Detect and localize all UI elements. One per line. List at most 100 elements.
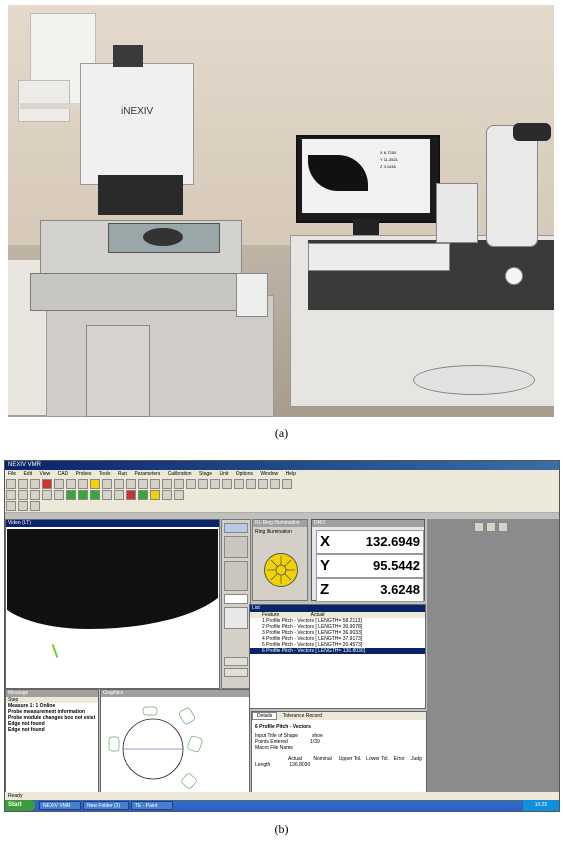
window-icon[interactable] [102,490,112,500]
feature-list-window: List Feature Actual 1 Profile Pitch - Ve… [249,604,426,709]
zoom-icon[interactable] [102,479,112,489]
menu-stage[interactable]: Stage [199,471,212,477]
zoom-out-icon[interactable] [18,490,28,500]
microscope-eyepiece [513,123,551,141]
illumination-options[interactable] [224,607,248,629]
task-folder[interactable]: New Folder (2) [83,801,129,810]
intersect-icon[interactable] [246,479,256,489]
table-icon[interactable] [30,501,40,511]
focus-icon[interactable] [78,490,88,500]
menu-parameters[interactable]: Parameters [134,471,160,477]
run-icon[interactable] [42,479,52,489]
layout-icon[interactable] [498,522,508,532]
probe-icon[interactable] [78,479,88,489]
menu-edit[interactable]: Edit [23,471,32,477]
dro-value-x: 132.6949 [365,534,420,549]
angle-icon[interactable] [234,479,244,489]
plane-icon[interactable] [174,479,184,489]
message-window: Message Step Measure 1: 1 Online Probe m… [5,689,99,801]
tab-tolerance-record[interactable]: Tolerance Record [279,713,326,719]
menu-view[interactable]: View [39,471,50,477]
import-icon[interactable] [486,522,496,532]
dro-axis-y: Y [320,557,331,574]
col-error: Error [393,756,405,762]
save-icon[interactable] [30,479,40,489]
light-mode-select[interactable] [224,523,248,533]
arc-icon[interactable] [150,479,160,489]
light-icon[interactable] [90,479,100,489]
menu-unit[interactable]: Unit [219,471,228,477]
print-icon[interactable] [66,479,76,489]
ok-button[interactable] [224,657,248,666]
stereo-microscope [486,125,538,247]
cylinder-icon[interactable] [186,479,196,489]
ring-light-segment-control[interactable] [264,553,298,587]
measuring-machine-stage [30,273,254,311]
dro-panel: DRO X 132.6949 Y 95.5442 Z 3.6248 [311,519,425,602]
edge-detect-icon[interactable] [66,490,76,500]
screen-readout-z: Z 3.1046 [380,164,396,169]
circle-icon[interactable] [138,479,148,489]
menu-file[interactable]: File [8,471,16,477]
col-nominal: Nominal [313,756,332,762]
add-point-icon[interactable] [90,490,100,500]
mouse [505,267,523,285]
redo-icon[interactable] [18,501,28,511]
menu-help[interactable]: Help [286,471,296,477]
menu-probes[interactable]: Probes [76,471,92,477]
zoom-slider[interactable] [224,561,248,591]
menu-calibration[interactable]: Calibration [168,471,192,477]
export-icon[interactable] [474,522,484,532]
zoom-in-icon[interactable] [6,490,16,500]
feature-heading: 6 Profile Pitch - Vectors [255,724,311,730]
dro-row-x: X 132.6949 [316,530,424,554]
midpoint-icon[interactable] [258,479,268,489]
contour-shape [108,736,120,752]
menu-tools[interactable]: Tools [99,471,111,477]
align-icon[interactable] [174,490,184,500]
tab-details[interactable]: Details [252,712,278,720]
report-icon[interactable] [282,479,292,489]
menu-cad[interactable]: CAD [58,471,69,477]
point-icon[interactable] [114,479,124,489]
toolbar-tertiary [5,500,559,513]
magnification-select[interactable] [224,536,248,558]
ring-light-label: Ring Illumination [255,529,292,535]
graphics-view[interactable] [101,697,249,797]
ring-light [143,228,183,246]
open-icon[interactable] [18,479,28,489]
machine-brand: iNEXIV [121,106,154,117]
view-icon[interactable] [54,490,64,500]
objective-select[interactable] [224,594,248,604]
new-icon[interactable] [6,479,16,489]
list-item-selected[interactable]: 6 Profile Pitch - Vectors [ LENGTH= 136.… [250,648,425,654]
undo-icon[interactable] [6,501,16,511]
cone-icon[interactable] [210,479,220,489]
menu-options[interactable]: Options [236,471,253,477]
ellipse-icon[interactable] [162,479,172,489]
window-title: NEXIV VMR [5,461,559,470]
video-view[interactable] [7,529,218,686]
cancel-button[interactable] [224,668,248,677]
pattern-icon[interactable] [162,490,172,500]
color-icon[interactable] [150,490,160,500]
zoom-fit-icon[interactable] [30,490,40,500]
start-button[interactable]: Start [5,800,35,811]
filter-icon[interactable] [138,490,148,500]
status-text: Ready [8,793,23,799]
menu-window[interactable]: Window [260,471,278,477]
crosshair-icon[interactable] [126,490,136,500]
menu-bar: File Edit View CAD Probes Tools Run Para… [5,470,559,478]
task-paint[interactable]: TE - Paint [131,801,173,810]
grid-icon[interactable] [114,490,124,500]
stop-icon[interactable] [54,479,64,489]
stool [413,365,535,395]
tolerance-icon[interactable] [270,479,280,489]
sphere-icon[interactable] [198,479,208,489]
distance-icon[interactable] [222,479,232,489]
pan-icon[interactable] [42,490,52,500]
line-icon[interactable] [126,479,136,489]
menu-run[interactable]: Run [118,471,127,477]
contour-shape [179,707,195,725]
task-nexiv[interactable]: NEXIV VMR [39,801,81,810]
